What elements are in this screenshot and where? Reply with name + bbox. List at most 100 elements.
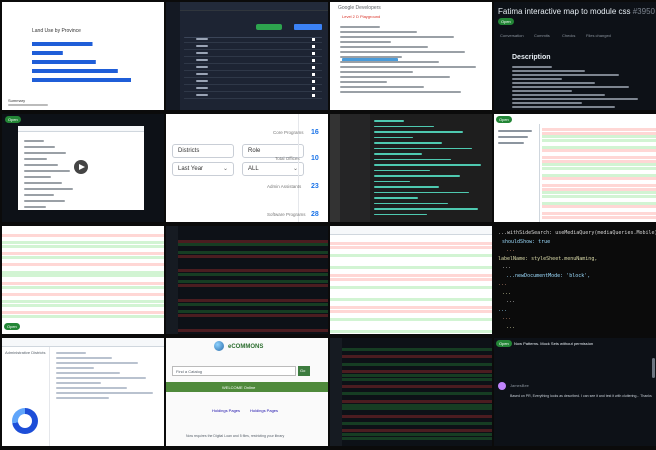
tab-checks[interactable]: Checks bbox=[562, 33, 575, 38]
diff-line bbox=[178, 325, 328, 328]
table-row[interactable] bbox=[184, 77, 322, 78]
diff-line bbox=[342, 429, 492, 433]
text-line bbox=[340, 46, 428, 48]
diff-line bbox=[2, 315, 164, 319]
explorer-panel bbox=[340, 114, 370, 222]
search-button[interactable]: Go bbox=[298, 366, 310, 376]
diff-line bbox=[2, 237, 164, 240]
text-line bbox=[374, 197, 419, 199]
tab-files-changed[interactable]: Files changed bbox=[586, 33, 611, 38]
period-select-value: Last Year bbox=[178, 166, 204, 172]
bar-chart bbox=[32, 42, 131, 82]
text-line bbox=[56, 397, 110, 399]
text-line bbox=[24, 152, 67, 154]
table-row[interactable] bbox=[184, 56, 322, 57]
sidebar bbox=[330, 338, 342, 446]
period-select[interactable]: Last Year ⌄ bbox=[172, 162, 234, 176]
text-line bbox=[56, 367, 94, 369]
text-line bbox=[374, 208, 478, 210]
footer-text-line bbox=[8, 104, 48, 106]
text-line bbox=[340, 91, 461, 93]
diff-line bbox=[330, 242, 492, 245]
diff-line bbox=[178, 321, 328, 324]
table-row[interactable] bbox=[184, 63, 322, 64]
issue-title: Now Patterns. Mock Sets without permissi… bbox=[514, 341, 594, 346]
cell-text bbox=[196, 80, 208, 82]
app-header bbox=[330, 226, 492, 235]
diff-line bbox=[2, 233, 164, 237]
role-select[interactable]: ALL ⌄ bbox=[242, 162, 304, 176]
text-line bbox=[340, 26, 380, 28]
open-status-badge: Open bbox=[4, 323, 20, 330]
row-checkbox[interactable] bbox=[312, 45, 315, 48]
row-checkbox[interactable] bbox=[312, 59, 315, 62]
row-checkbox[interactable] bbox=[312, 52, 315, 55]
diff-line bbox=[2, 249, 164, 252]
export-csv-button[interactable] bbox=[294, 24, 322, 30]
row-checkbox[interactable] bbox=[312, 87, 315, 90]
code-line: ... bbox=[498, 281, 508, 287]
text-line bbox=[24, 164, 59, 166]
description-heading: Description bbox=[512, 54, 551, 61]
play-icon[interactable] bbox=[74, 160, 88, 174]
text-line bbox=[56, 392, 154, 394]
diff-line bbox=[342, 418, 492, 421]
diff-line bbox=[330, 314, 492, 317]
tab-conversation[interactable]: Conversation bbox=[500, 33, 524, 38]
text-line bbox=[374, 202, 448, 204]
diff-line bbox=[2, 278, 164, 281]
diff-line bbox=[2, 289, 164, 292]
search-button-label: Go bbox=[300, 368, 306, 373]
stat-label-total-offices: Total Offices bbox=[275, 156, 300, 161]
row-checkbox[interactable] bbox=[312, 94, 315, 97]
scrollbar-thumb[interactable] bbox=[652, 358, 655, 378]
open-status-badge: Open bbox=[496, 116, 512, 123]
row-checkbox[interactable] bbox=[312, 38, 315, 41]
diff-line bbox=[2, 230, 164, 233]
app-header bbox=[180, 2, 328, 11]
text-line bbox=[340, 81, 387, 83]
district-filter[interactable]: Districts bbox=[172, 144, 234, 158]
code-line: shouldShow: true bbox=[502, 238, 551, 245]
row-checkbox[interactable] bbox=[312, 66, 315, 69]
stat-value-software-programs: 28 bbox=[311, 211, 319, 218]
text-line bbox=[56, 352, 86, 354]
search-input[interactable]: Find a Catalog bbox=[172, 366, 296, 376]
table-row[interactable] bbox=[184, 70, 322, 71]
text-line bbox=[512, 86, 629, 88]
export-analysis-button[interactable] bbox=[256, 24, 282, 30]
table-row[interactable] bbox=[184, 91, 322, 92]
stat-label-software-programs: Software Programs bbox=[267, 212, 306, 217]
table-row[interactable] bbox=[184, 84, 322, 85]
table-row[interactable] bbox=[184, 98, 322, 99]
tab-commits[interactable]: Commits bbox=[534, 33, 550, 38]
library-tile: eCOMMONS Find a Catalog Go WELCOME Onlin… bbox=[166, 338, 328, 446]
table-row[interactable] bbox=[184, 49, 322, 50]
diff-line bbox=[178, 250, 328, 254]
diff-line bbox=[178, 273, 328, 276]
diff-line bbox=[330, 302, 492, 305]
holdings-link-right[interactable]: Holdings Pages bbox=[250, 408, 278, 413]
diff-line bbox=[330, 246, 492, 249]
diff-line bbox=[178, 254, 328, 258]
diff-line bbox=[2, 270, 164, 274]
diff-line bbox=[178, 292, 328, 295]
comment-author[interactable]: JamesBee bbox=[510, 383, 529, 388]
diff-line bbox=[342, 352, 492, 355]
row-checkbox[interactable] bbox=[312, 80, 315, 83]
text-line bbox=[24, 194, 54, 196]
diff-line bbox=[2, 244, 164, 248]
text-line bbox=[374, 136, 413, 138]
file-tree-item[interactable] bbox=[498, 136, 528, 138]
row-checkbox[interactable] bbox=[312, 73, 315, 76]
text-line bbox=[340, 31, 417, 33]
video-pr-tile: Open bbox=[2, 114, 164, 222]
file-tree-item[interactable] bbox=[498, 142, 524, 144]
code-line: ... bbox=[502, 315, 512, 321]
diff-line bbox=[2, 263, 164, 267]
diff-line bbox=[342, 377, 492, 381]
holdings-link-left[interactable]: Holdings Pages bbox=[212, 408, 240, 413]
video-embed[interactable] bbox=[18, 126, 144, 210]
table-row[interactable] bbox=[184, 42, 322, 43]
file-tree-item[interactable] bbox=[498, 130, 532, 132]
